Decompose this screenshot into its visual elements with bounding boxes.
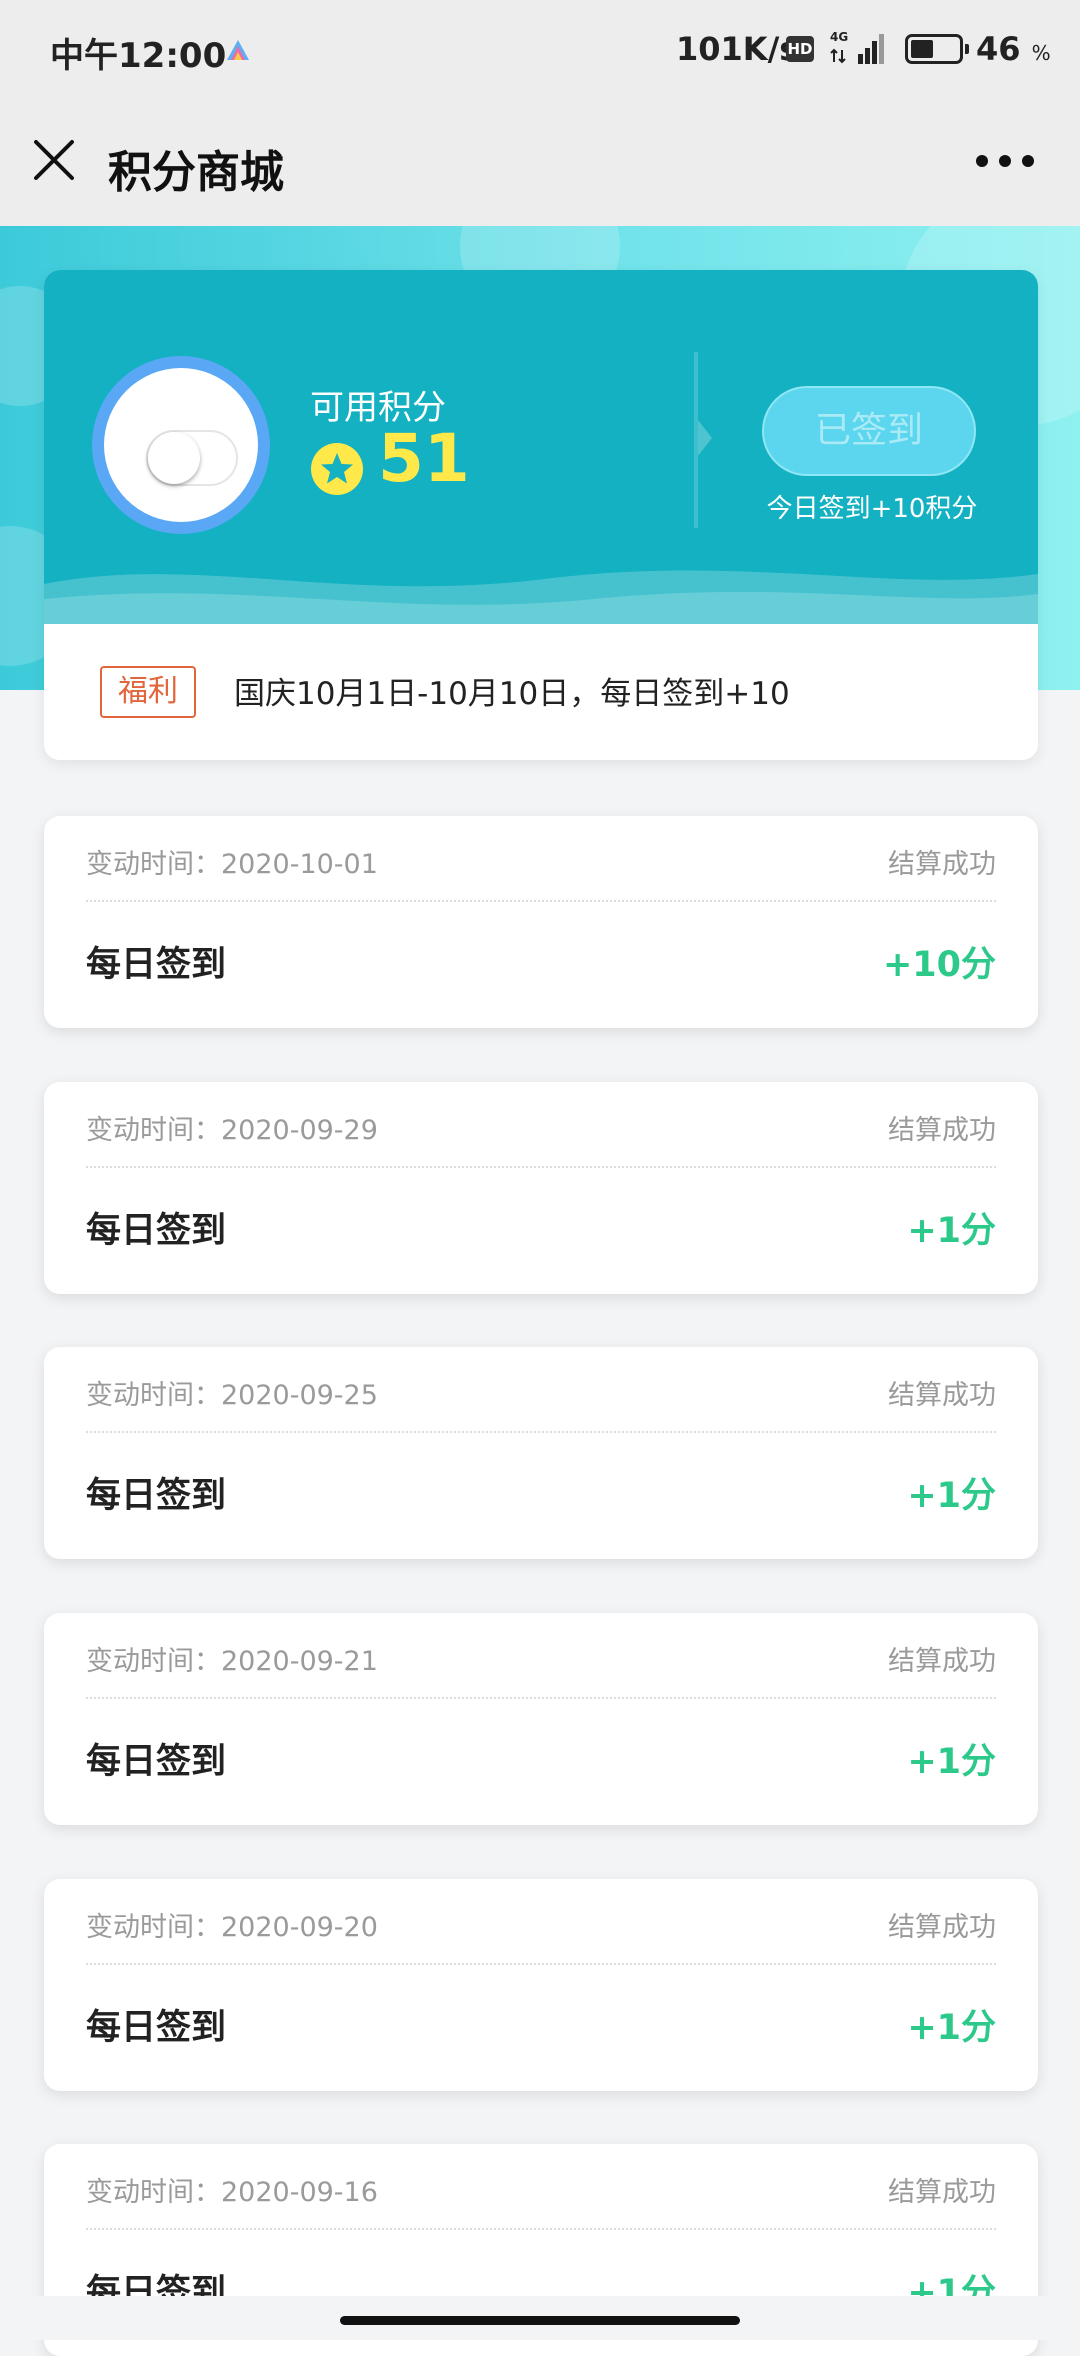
status-time: 中午12:00 [50, 36, 227, 76]
record-item[interactable]: 变动时间：2020-09-21 结算成功 每日签到 +1分 [44, 1613, 1038, 1825]
record-amount: +1分 [907, 2008, 996, 2048]
record-name: 每日签到 [86, 945, 227, 985]
hd-badge: HD [786, 36, 814, 62]
promo-tag: 福利 [100, 666, 196, 718]
signin-hint: 今日签到+10积分 [766, 494, 978, 524]
promo-banner[interactable]: 福利 国庆10月1日-10月10日，每日签到+10 [44, 624, 1038, 760]
record-status: 结算成功 [888, 1115, 996, 1146]
record-divider [86, 1431, 996, 1433]
record-time: 变动时间：2020-09-16 [86, 2177, 378, 2208]
avatar[interactable] [92, 356, 270, 534]
record-divider [86, 1963, 996, 1965]
promo-text: 国庆10月1日-10月10日，每日签到+10 [234, 676, 790, 712]
record-status: 结算成功 [888, 1380, 996, 1411]
record-divider [86, 900, 996, 902]
home-indicator [0, 2296, 1080, 2340]
record-divider [86, 2228, 996, 2230]
page-title: 积分商城 [108, 147, 284, 198]
divider-arrow [698, 420, 712, 456]
record-status: 结算成功 [888, 849, 996, 880]
record-time: 变动时间：2020-09-21 [86, 1646, 378, 1677]
points-card: 可用积分 51 已签到 今日签到+10积分 福利 国庆10月1日-10月10日，… [44, 270, 1038, 760]
record-amount: +1分 [907, 1476, 996, 1516]
status-bar: 中午12:00 101K/s HD 4G 46 % [0, 0, 1080, 100]
wave-decoration [44, 570, 1038, 624]
record-time: 变动时间：2020-09-20 [86, 1912, 378, 1943]
battery-percent: 46 % [976, 30, 1051, 68]
app-icon [227, 40, 249, 60]
more-icon[interactable] [974, 152, 1036, 170]
record-amount: +1分 [907, 1211, 996, 1251]
record-time: 变动时间：2020-09-29 [86, 1115, 378, 1146]
record-name: 每日签到 [86, 1211, 227, 1251]
battery-icon [905, 34, 969, 64]
record-time: 变动时间：2020-09-25 [86, 1380, 378, 1411]
record-name: 每日签到 [86, 2008, 227, 2048]
signal-icon: 4G [830, 30, 884, 64]
network-speed: 101K/s [676, 30, 799, 68]
signed-in-button[interactable]: 已签到 [762, 386, 976, 476]
record-time: 变动时间：2020-10-01 [86, 849, 378, 880]
record-item[interactable]: 变动时间：2020-09-25 结算成功 每日签到 +1分 [44, 1347, 1038, 1559]
star-icon [311, 443, 363, 495]
points-value: 51 [378, 420, 470, 497]
record-amount: +1分 [907, 1742, 996, 1782]
toggle-knob [148, 432, 200, 484]
record-amount: +10分 [882, 945, 996, 985]
points-header: 可用积分 51 已签到 今日签到+10积分 [44, 270, 1038, 624]
record-item[interactable]: 变动时间：2020-10-01 结算成功 每日签到 +10分 [44, 816, 1038, 1028]
record-divider [86, 1697, 996, 1699]
record-item[interactable]: 变动时间：2020-09-29 结算成功 每日签到 +1分 [44, 1082, 1038, 1294]
record-name: 每日签到 [86, 1742, 227, 1782]
record-status: 结算成功 [888, 2177, 996, 2208]
record-name: 每日签到 [86, 1476, 227, 1516]
home-bar[interactable] [340, 2316, 740, 2325]
close-icon[interactable] [30, 136, 78, 184]
record-item[interactable]: 变动时间：2020-09-20 结算成功 每日签到 +1分 [44, 1879, 1038, 2091]
avatar-toggle[interactable] [146, 430, 238, 486]
record-status: 结算成功 [888, 1912, 996, 1943]
record-status: 结算成功 [888, 1646, 996, 1677]
nav-bar: 积分商城 [0, 100, 1080, 226]
record-divider [86, 1166, 996, 1168]
signal-label: 4G [830, 30, 848, 44]
